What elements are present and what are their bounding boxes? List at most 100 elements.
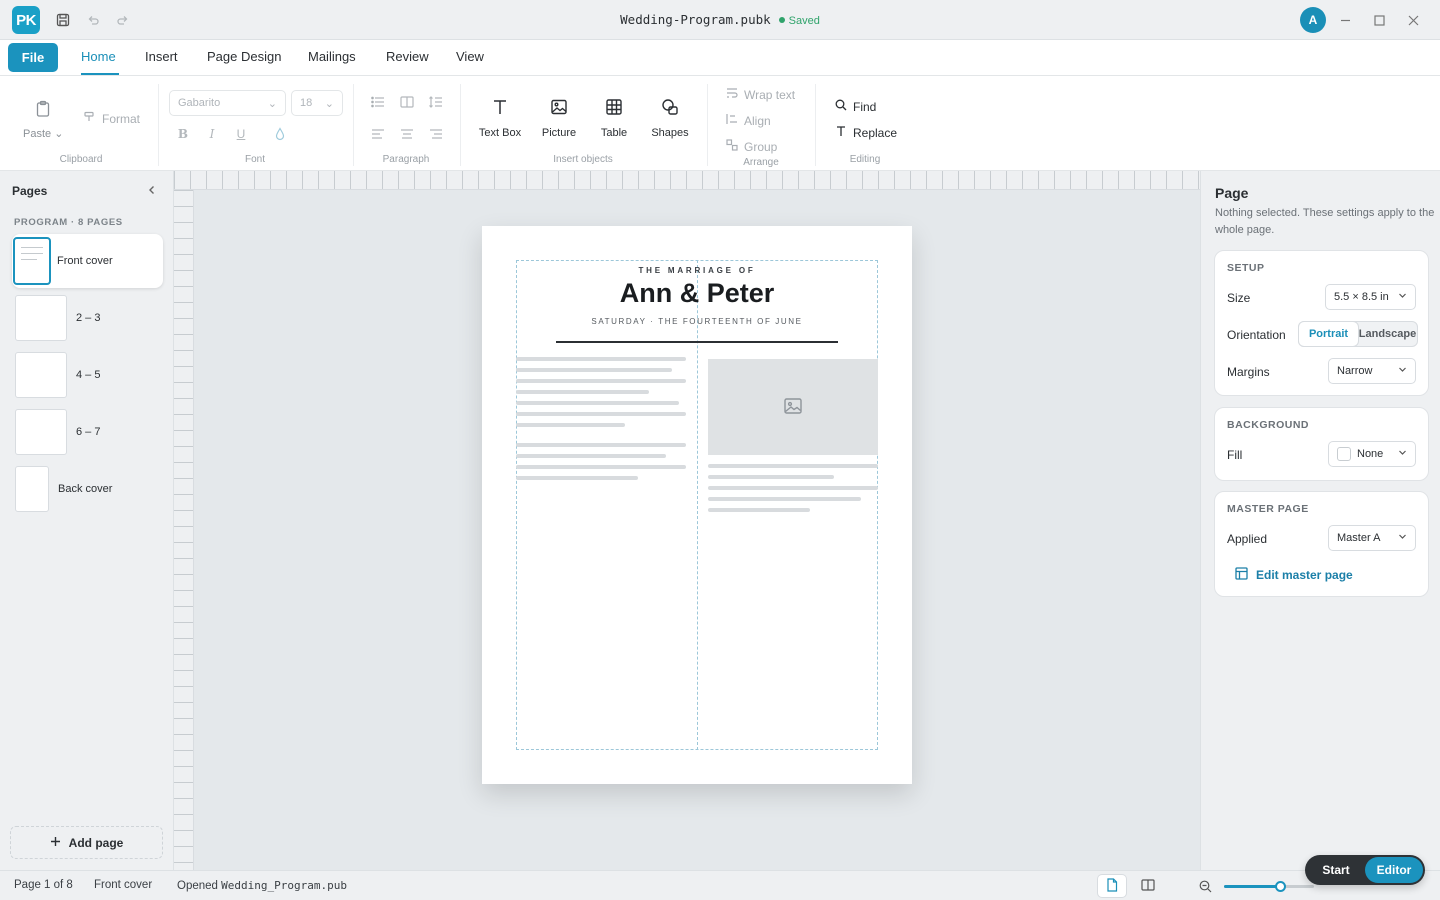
document-canvas[interactable]: THE MARRIAGE OF Ann & Peter SATURDAY · T… <box>174 171 1200 870</box>
wrap-text-button[interactable]: Wrap text <box>726 87 795 102</box>
horizontal-ruler[interactable] <box>174 171 1200 190</box>
picture-button[interactable]: Picture <box>538 98 580 139</box>
current-page-status: Front cover <box>94 879 153 891</box>
align-button[interactable]: Align <box>726 113 771 128</box>
margins-label: Margins <box>1227 365 1270 379</box>
page-thumbnail-front-cover[interactable]: Front cover <box>12 234 163 288</box>
kicker-text[interactable]: THE MARRIAGE OF <box>482 266 912 275</box>
start-mode-button[interactable]: Start <box>1307 857 1365 883</box>
mode-toggle: Start Editor <box>1305 855 1425 885</box>
font-size-select[interactable]: 18 ⌄ <box>291 90 343 116</box>
bold-icon[interactable]: B <box>175 126 191 142</box>
chevron-left-icon[interactable] <box>146 184 158 199</box>
fill-select[interactable]: None <box>1328 441 1416 467</box>
font-group-label: Font <box>244 154 265 165</box>
spread-view-button[interactable] <box>1134 875 1162 897</box>
orientation-landscape[interactable]: Landscape <box>1358 322 1417 346</box>
find-button[interactable]: Find <box>835 99 876 114</box>
size-label: Size <box>1227 291 1251 305</box>
bullet-list-icon[interactable] <box>370 94 386 110</box>
heading-rule[interactable] <box>556 341 838 343</box>
text-box-label: Text Box <box>478 127 522 139</box>
chevron-down-icon <box>1398 532 1407 544</box>
text-box-button[interactable]: Text Box <box>478 98 522 139</box>
group-button[interactable]: Group <box>726 139 777 154</box>
single-page-view-button[interactable] <box>1098 875 1126 897</box>
picture-label: Picture <box>541 127 577 139</box>
line-spacing-icon[interactable] <box>428 94 444 110</box>
date-line-text[interactable]: SATURDAY · THE FOURTEENTH OF JUNE <box>482 317 912 326</box>
margins-select[interactable]: Narrow <box>1328 358 1416 384</box>
paste-button[interactable]: Paste ⌄ <box>23 100 63 140</box>
columns-icon[interactable] <box>399 94 415 110</box>
master-page-select[interactable]: Master A <box>1328 525 1416 551</box>
clipboard-icon <box>34 100 52 121</box>
minimize-icon[interactable] <box>1335 10 1355 30</box>
orientation-portrait[interactable]: Portrait <box>1299 322 1358 346</box>
tab-review[interactable]: Review <box>386 49 429 64</box>
vertical-ruler[interactable] <box>174 190 194 870</box>
shapes-label: Shapes <box>651 127 689 139</box>
zoom-slider-handle[interactable] <box>1274 881 1286 892</box>
text-placeholder-line <box>516 357 686 361</box>
font-family-value: Gabarito <box>178 97 221 109</box>
close-icon[interactable] <box>1403 10 1423 30</box>
maximize-icon[interactable] <box>1369 10 1389 30</box>
clipboard-group-label: Clipboard <box>59 154 103 165</box>
couple-names-heading[interactable]: Ann & Peter <box>482 278 912 309</box>
wrap-text-icon <box>726 87 738 102</box>
text-placeholder-line <box>708 497 861 501</box>
pages-panel: Pages PROGRAM · 8 PAGES Front cover 2 – … <box>0 171 174 870</box>
tab-page-design[interactable]: Page Design <box>207 49 281 64</box>
editor-mode-button[interactable]: Editor <box>1365 857 1423 883</box>
tab-insert[interactable]: Insert <box>145 49 178 64</box>
size-select[interactable]: 5.5 × 8.5 in <box>1325 284 1416 310</box>
page-thumbnail-spread-6-7[interactable]: 6 – 7 <box>12 405 163 459</box>
zoom-slider[interactable] <box>1224 881 1314 892</box>
text-placeholder-line <box>516 465 686 469</box>
replace-button[interactable]: Replace <box>835 125 897 140</box>
user-avatar[interactable]: A <box>1300 7 1326 33</box>
shapes-button[interactable]: Shapes <box>649 98 691 139</box>
tab-home[interactable]: Home <box>81 49 116 64</box>
page-sheet[interactable]: THE MARRIAGE OF Ann & Peter SATURDAY · T… <box>482 226 912 784</box>
setup-heading: SETUP <box>1227 262 1265 274</box>
arrange-group-label: Arrange <box>743 157 779 168</box>
text-placeholder-line <box>516 379 686 383</box>
align-left-icon[interactable] <box>370 126 386 142</box>
edit-master-page-label: Edit master page <box>1256 568 1353 582</box>
page-thumbnail-back-cover[interactable]: Back cover <box>12 462 163 516</box>
orientation-label: Orientation <box>1227 328 1286 342</box>
status-bar: Page 1 of 8 Front cover Opened Wedding_P… <box>0 870 1440 900</box>
document-title: Wedding-Program.pubk Saved <box>0 12 1440 27</box>
page-label: 2 – 3 <box>76 312 101 324</box>
text-placeholder-line <box>708 464 878 468</box>
align-right-icon[interactable] <box>428 126 444 142</box>
italic-icon[interactable]: I <box>204 126 220 142</box>
image-icon <box>783 397 803 418</box>
table-button[interactable]: Table <box>597 98 631 139</box>
ribbon-divider <box>815 84 816 166</box>
file-button[interactable]: File <box>8 43 58 72</box>
edit-master-page-link[interactable]: Edit master page <box>1235 567 1353 583</box>
format-painter-button[interactable]: Format <box>84 111 140 126</box>
align-center-icon[interactable] <box>399 126 415 142</box>
saved-dot-icon <box>778 17 785 24</box>
chevron-down-icon: ⌄ <box>324 97 334 110</box>
font-family-select[interactable]: Gabarito ⌄ <box>169 90 286 116</box>
document-name: Wedding-Program.pubk <box>620 12 771 27</box>
image-placeholder[interactable] <box>708 359 878 455</box>
page-thumbnail-spread-2-3[interactable]: 2 – 3 <box>12 291 163 345</box>
fill-value: None <box>1357 448 1384 460</box>
group-label: Group <box>744 139 778 154</box>
orientation-toggle: Portrait Landscape <box>1298 321 1418 347</box>
align-objects-icon <box>726 113 738 128</box>
tab-mailings[interactable]: Mailings <box>308 49 356 64</box>
zoom-out-icon[interactable] <box>1191 875 1219 897</box>
font-color-icon[interactable] <box>272 126 288 142</box>
tab-view[interactable]: View <box>456 49 484 64</box>
replace-icon <box>835 125 847 140</box>
add-page-button[interactable]: Add page <box>10 826 163 859</box>
page-thumbnail-spread-4-5[interactable]: 4 – 5 <box>12 348 163 402</box>
underline-icon[interactable]: U <box>233 126 249 142</box>
